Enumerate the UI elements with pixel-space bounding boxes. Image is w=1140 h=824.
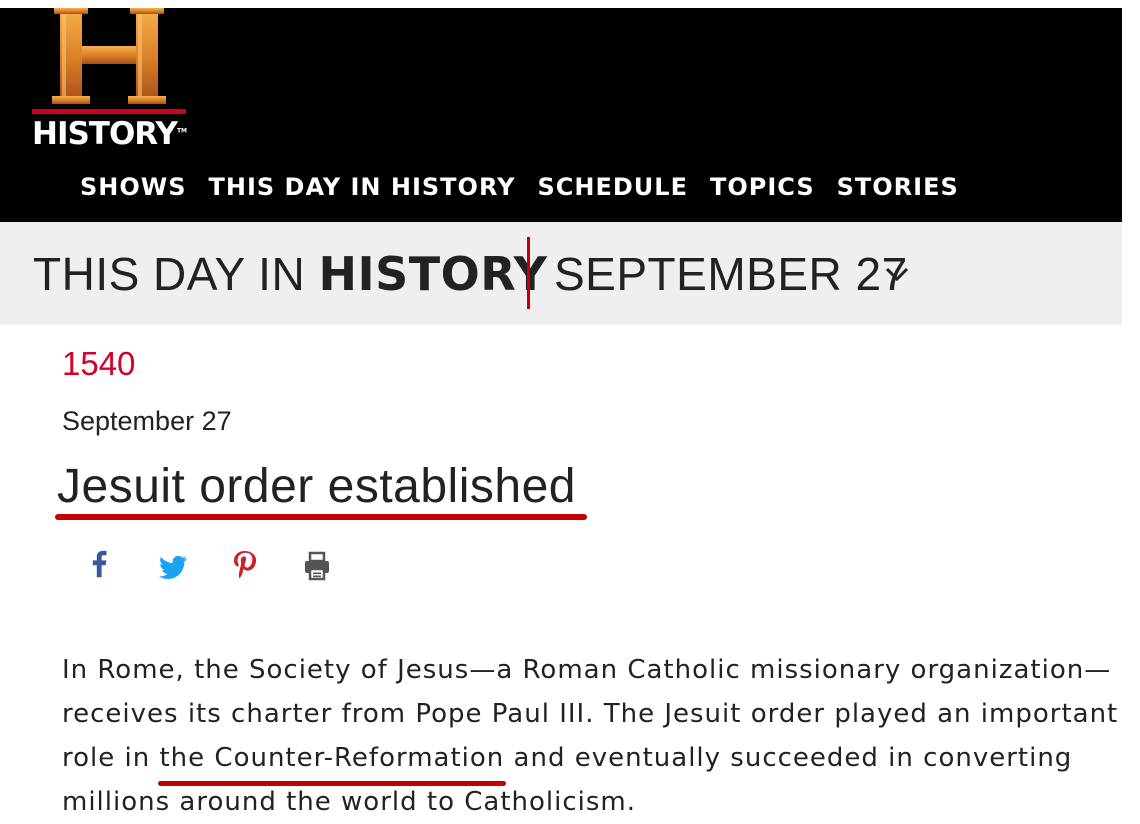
facebook-icon[interactable] [86,548,116,584]
body-line: role in the Counter-Reformation and even… [62,736,1102,786]
trademark: TM [176,127,188,135]
body-line: receives its charter from Pope Paul III.… [62,699,1119,729]
nav-schedule[interactable]: SCHEDULE [537,173,687,201]
nav-shows[interactable]: SHOWS [80,173,187,201]
article-date: September 27 [62,406,232,436]
this-day-band: THIS DAY IN HISTORY SEPTEMBER 27 [0,222,1122,325]
article-body: In Rome, the Society of Jesus—a Roman Ca… [62,648,1119,824]
site-header: HISTORYTM SHOWS THIS DAY IN HISTORY SCHE… [0,8,1122,222]
history-logo[interactable]: HISTORYTM [32,8,188,158]
article-headline: Jesuit order established [57,460,576,513]
counter-reformation-link[interactable]: the Counter-Reformation [158,736,507,786]
body-line: millions around the world to Catholicism… [62,787,637,817]
chevron-down-icon[interactable] [884,264,910,284]
history-wordmark: HISTORYTM [32,116,188,152]
band-title: THIS DAY IN HISTORY [33,247,547,301]
body-line: In Rome, the Society of Jesus—a Roman Ca… [62,655,1112,685]
history-h-emblem [32,8,186,114]
band-title-bold: HISTORY [318,247,548,301]
print-icon[interactable] [302,548,332,584]
twitter-icon[interactable] [158,548,188,584]
body-text-segment: and eventually succeeded in converting [504,743,1073,773]
date-selector[interactable]: SEPTEMBER 27 [554,247,908,301]
pinterest-icon[interactable] [230,548,260,584]
headline-annotation-underline [55,514,587,520]
nav-stories[interactable]: STORIES [837,173,959,201]
article-year: 1540 [62,345,136,382]
nav-topics[interactable]: TOPICS [710,173,815,201]
share-bar [86,548,332,584]
brand-name: HISTORY [32,116,178,152]
band-divider [527,237,530,309]
nav-this-day-in-history[interactable]: THIS DAY IN HISTORY [209,173,516,201]
main-nav: SHOWS THIS DAY IN HISTORY SCHEDULE TOPIC… [80,173,959,201]
band-title-light: THIS DAY IN [33,248,306,300]
body-text-segment: role in [62,743,160,773]
